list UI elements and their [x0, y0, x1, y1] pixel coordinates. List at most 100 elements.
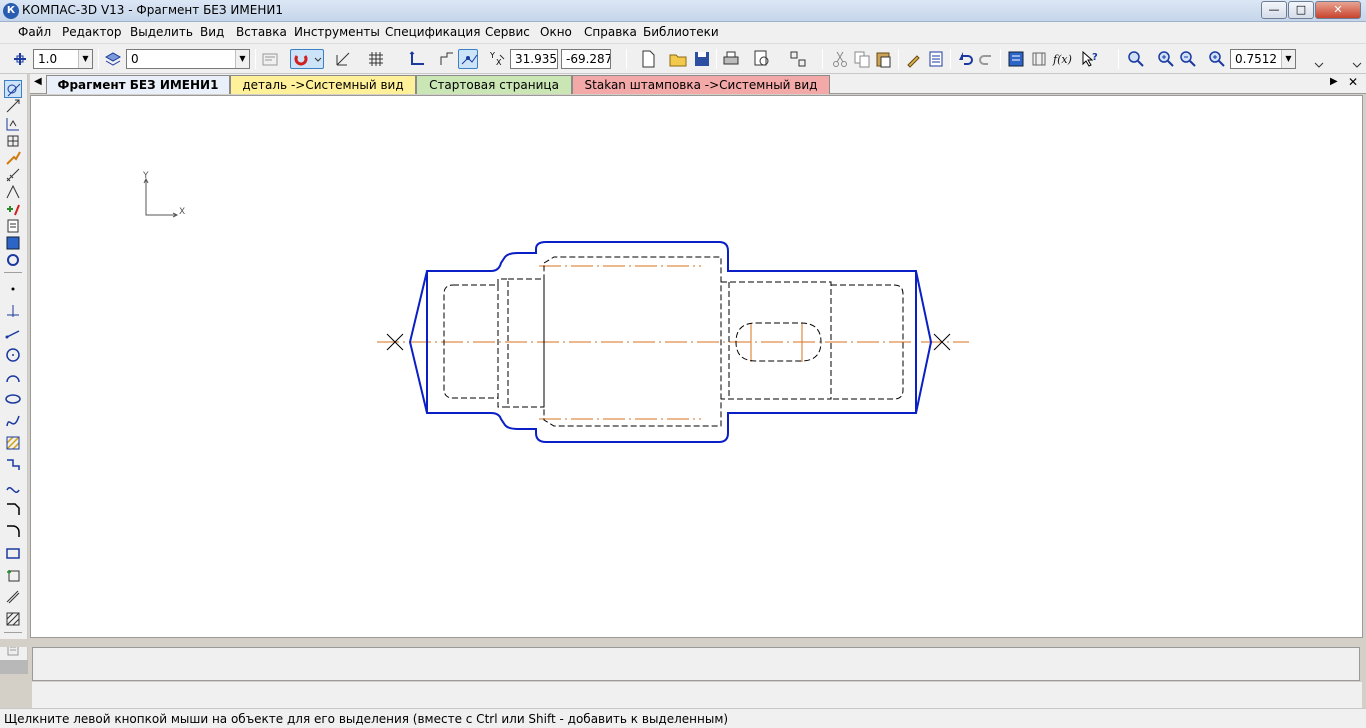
close-button[interactable]: ✕: [1315, 1, 1361, 19]
layer-select[interactable]: 0 ▼: [126, 49, 250, 69]
maximize-button[interactable]: □: [1288, 1, 1314, 19]
drawing-svg[interactable]: Y X: [31, 96, 1364, 639]
properties-panel[interactable]: [32, 647, 1360, 681]
arc-icon[interactable]: [4, 368, 22, 386]
kompas-app-icon[interactable]: К: [3, 3, 19, 19]
zoom-select[interactable]: 0.7512 ▼: [1230, 49, 1296, 69]
paste-icon[interactable]: [873, 49, 893, 69]
insert-panel-icon[interactable]: [4, 234, 22, 252]
ellipse-icon[interactable]: [4, 390, 22, 408]
snap-point-icon[interactable]: [10, 49, 30, 69]
symbols-panel-icon[interactable]: [4, 115, 22, 133]
tree-icon[interactable]: [1006, 49, 1026, 69]
tab-fragment[interactable]: Фрагмент БЕЗ ИМЕНИ1: [46, 75, 230, 94]
coord-x-field[interactable]: 31.9356: [510, 49, 558, 69]
properties-icon[interactable]: [260, 49, 280, 69]
menu-tools[interactable]: Инструменты: [294, 25, 380, 39]
zoom-out-icon[interactable]: [1178, 49, 1198, 69]
edit-panel-icon[interactable]: [4, 132, 22, 150]
redo-icon[interactable]: [977, 49, 997, 69]
tab-detail[interactable]: деталь ->Системный вид: [230, 75, 416, 94]
fragment-lib-icon[interactable]: [4, 251, 22, 269]
variables-icon[interactable]: [926, 49, 946, 69]
menu-libraries[interactable]: Библиотеки: [643, 25, 719, 39]
panel-splitter[interactable]: [0, 639, 1366, 647]
menu-service[interactable]: Сервис: [485, 25, 530, 39]
segment-icon[interactable]: [4, 324, 22, 342]
copy-icon[interactable]: [852, 49, 872, 69]
menu-file[interactable]: Файл: [18, 25, 51, 39]
reports-panel-icon[interactable]: [4, 217, 22, 235]
format-brush-icon[interactable]: [904, 49, 924, 69]
parametrization-icon[interactable]: [4, 149, 22, 167]
save-icon[interactable]: [692, 49, 712, 69]
chevron-down-icon[interactable]: ▼: [235, 50, 249, 68]
zoom-scale-icon[interactable]: [1207, 49, 1227, 69]
layers-icon[interactable]: [103, 49, 123, 69]
menu-select[interactable]: Выделить: [130, 25, 193, 39]
circle-icon[interactable]: [4, 346, 22, 364]
menu-view[interactable]: Вид: [200, 25, 224, 39]
contour-icon[interactable]: [4, 566, 22, 584]
minimize-button[interactable]: —: [1261, 1, 1287, 19]
help-pointer-icon[interactable]: ?: [1080, 49, 1100, 69]
bezier-icon[interactable]: [4, 478, 22, 496]
cut-icon[interactable]: [830, 49, 850, 69]
cursor-snap-icon[interactable]: [458, 49, 478, 69]
hatch-icon[interactable]: [4, 434, 22, 452]
undo-icon[interactable]: [955, 49, 975, 69]
point-icon[interactable]: [4, 280, 22, 298]
spline-icon[interactable]: [4, 412, 22, 430]
tab-label: Stakan штамповка ->Системный вид: [584, 78, 818, 92]
close-tab-icon[interactable]: ✕: [1348, 75, 1358, 89]
zoom-window-icon[interactable]: [1126, 49, 1146, 69]
fillet-icon[interactable]: [4, 522, 22, 540]
preview-icon[interactable]: [752, 49, 772, 69]
drawing-canvas[interactable]: Y X: [30, 95, 1363, 638]
new-document-icon[interactable]: [638, 49, 658, 69]
center-lines[interactable]: [377, 265, 969, 420]
grid-icon[interactable]: [366, 49, 386, 69]
left-toolbar-grip[interactable]: [0, 660, 28, 674]
select-panel-icon[interactable]: [4, 183, 22, 201]
tab-stakan[interactable]: Stakan штамповка ->Системный вид: [572, 75, 830, 94]
library-manager-icon[interactable]: [1029, 49, 1049, 69]
toolbar-overflow-icon[interactable]: [1312, 49, 1326, 69]
equidistant-icon[interactable]: [4, 588, 22, 606]
aux-line-icon[interactable]: [4, 302, 22, 320]
tab-label: Фрагмент БЕЗ ИМЕНИ1: [57, 78, 219, 92]
coord-y-field[interactable]: -69.287: [561, 49, 611, 69]
tab-start-page[interactable]: Стартовая страница: [416, 75, 572, 94]
chevron-down-icon[interactable]: ▼: [1281, 50, 1295, 68]
tabs-scroll-right-icon[interactable]: ▶: [1330, 76, 1338, 87]
dimensions-panel-icon[interactable]: [4, 98, 22, 116]
local-cs-icon[interactable]: [333, 49, 353, 69]
toolbar-overflow-right-icon[interactable]: [1350, 49, 1364, 69]
ortho-icon[interactable]: [407, 49, 427, 69]
fx-icon[interactable]: f(x): [1052, 49, 1072, 69]
menu-help[interactable]: Справка: [584, 25, 637, 39]
polyline-icon[interactable]: [4, 456, 22, 474]
round-icon[interactable]: [437, 49, 457, 69]
menu-insert[interactable]: Вставка: [236, 25, 287, 39]
geometry-panel-icon[interactable]: [4, 80, 22, 98]
axis-x-label: X: [179, 207, 185, 217]
document-tabbar: ◀ Фрагмент БЕЗ ИМЕНИ1 деталь ->Системный…: [30, 74, 1366, 94]
magnet-snap-icon[interactable]: [290, 49, 324, 69]
fill-icon[interactable]: [4, 610, 22, 628]
chamfer-icon[interactable]: [4, 500, 22, 518]
menu-window[interactable]: Окно: [540, 25, 572, 39]
tabs-scroll-left-icon[interactable]: ◀: [34, 76, 42, 87]
manager-icon[interactable]: [788, 49, 808, 69]
rectangle-icon[interactable]: [4, 544, 22, 562]
print-icon[interactable]: [721, 49, 741, 69]
menu-editor[interactable]: Редактор: [62, 25, 121, 39]
zoom-in-icon[interactable]: [1156, 49, 1176, 69]
menu-specification[interactable]: Спецификация: [385, 25, 480, 39]
measure-icon[interactable]: [4, 166, 22, 184]
chevron-down-icon[interactable]: ▼: [78, 50, 92, 68]
open-folder-icon[interactable]: [668, 49, 688, 69]
line-style-select[interactable]: 1.0 ▼: [33, 49, 93, 69]
main-toolbar: 1.0 ▼ 0 ▼ YX 31.9356 -69.287: [0, 44, 1366, 74]
spec-panel-icon[interactable]: [4, 200, 22, 218]
